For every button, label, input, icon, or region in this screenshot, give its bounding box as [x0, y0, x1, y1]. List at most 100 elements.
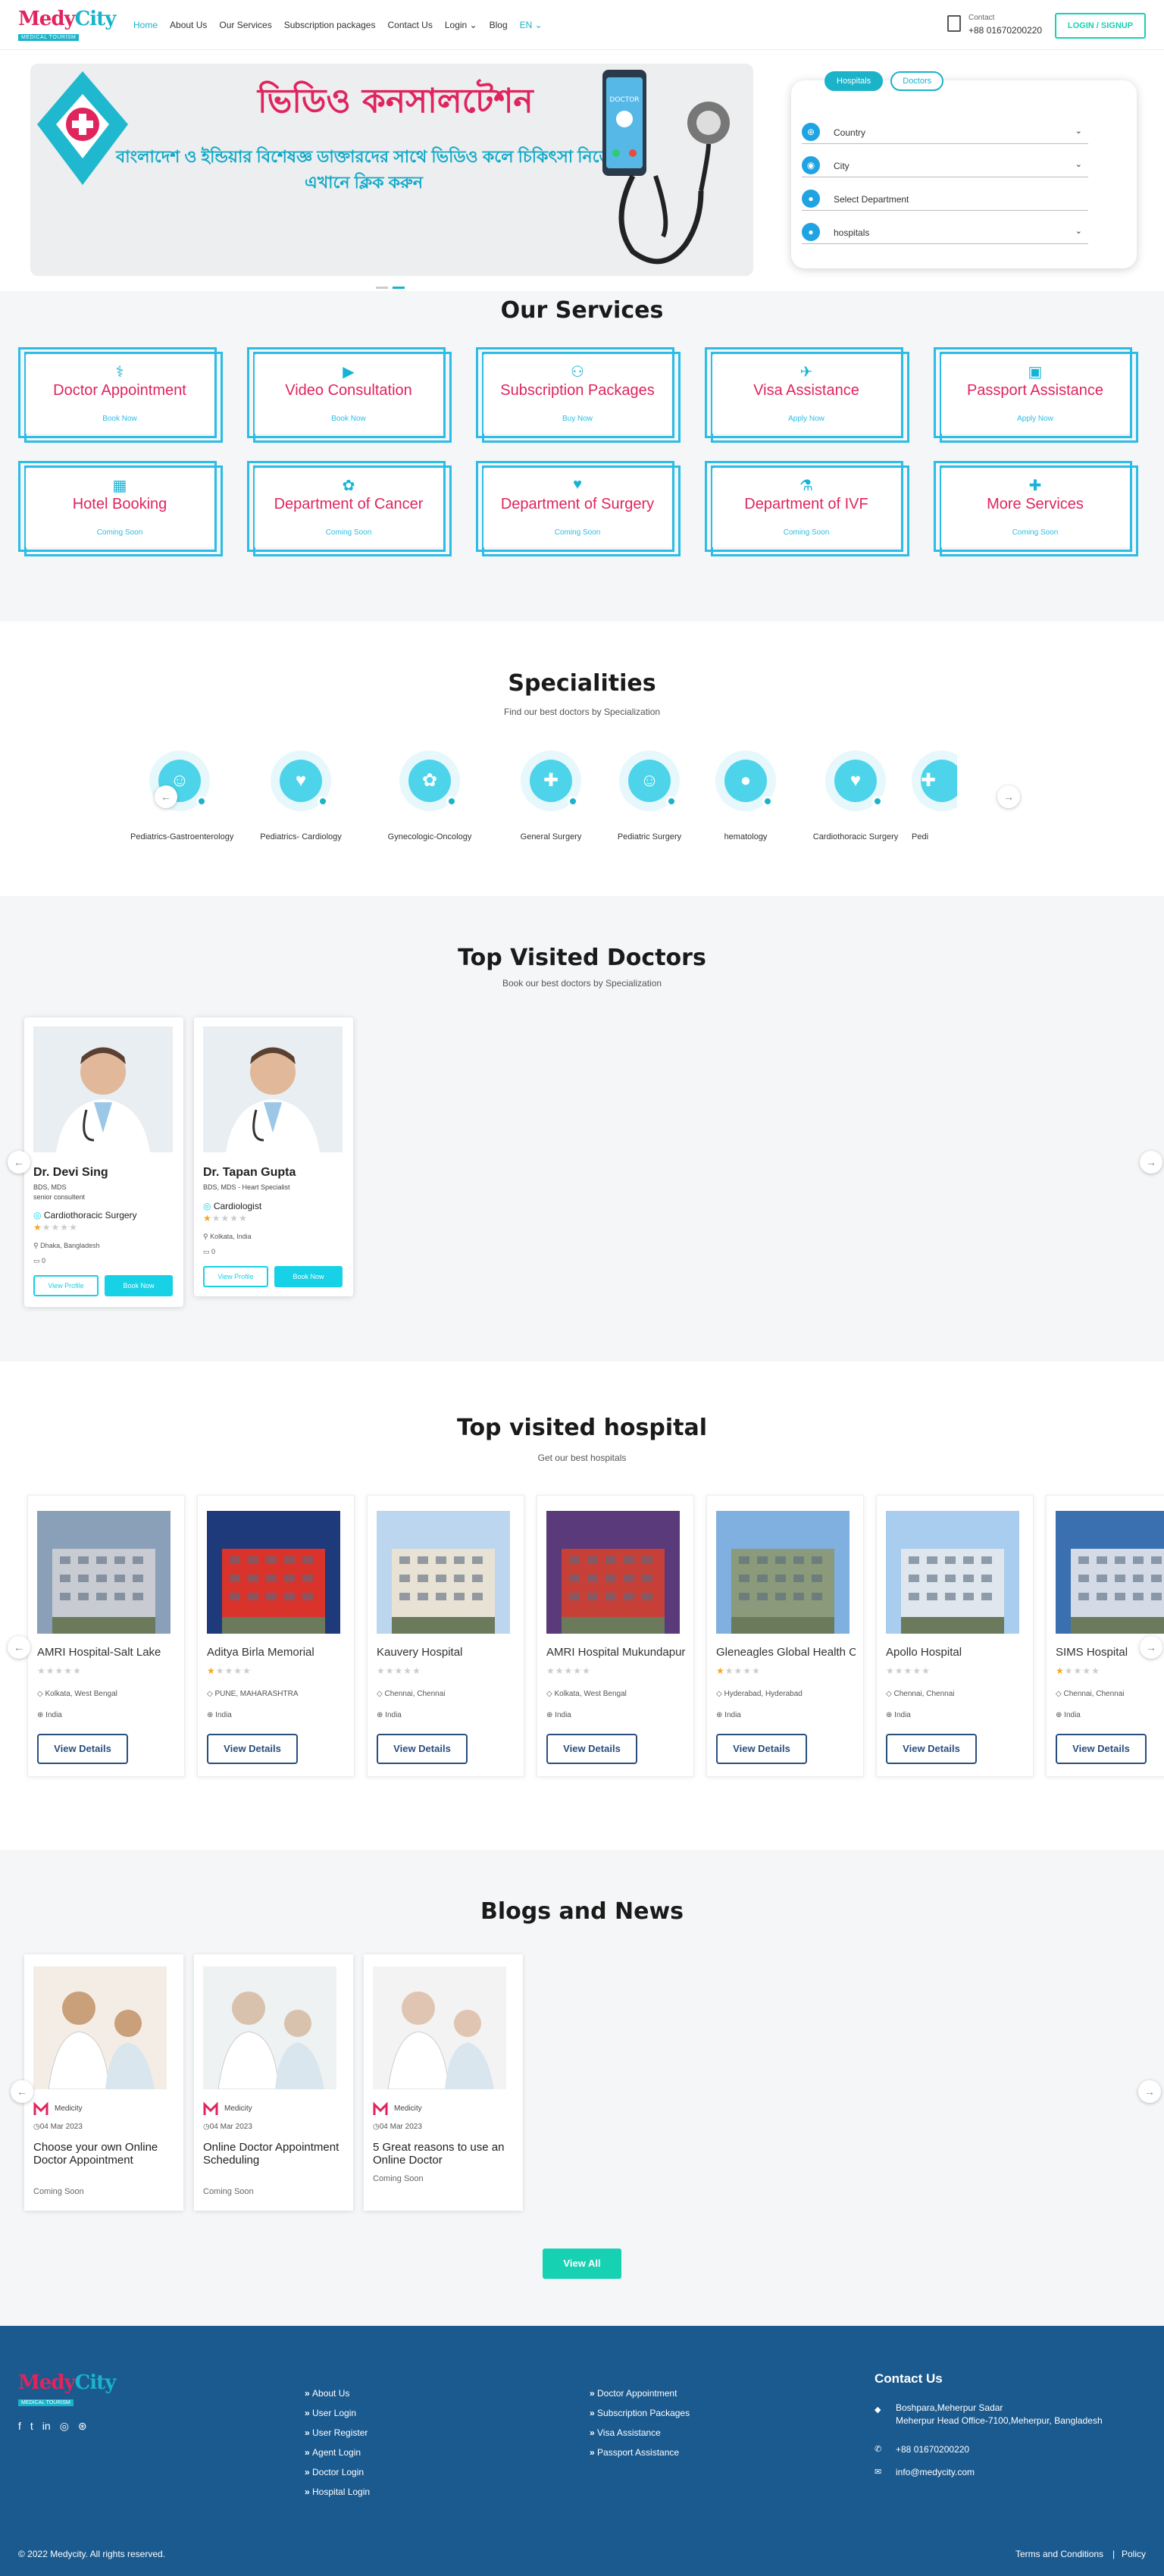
- city-select[interactable]: ◉ City ⌄: [802, 155, 1088, 177]
- service-card-3[interactable]: ✈ Visa Assistance Apply Now: [705, 347, 911, 444]
- blog-title[interactable]: Choose your own Online Doctor Appointmen…: [33, 2141, 170, 2167]
- view-details-button[interactable]: View Details: [377, 1734, 468, 1764]
- hospital-photo[interactable]: [207, 1511, 340, 1634]
- nav-contact[interactable]: Contact Us: [387, 20, 432, 30]
- footer-phone[interactable]: +88 01670200220: [896, 2444, 969, 2455]
- dribbble-icon[interactable]: ⊛: [78, 2420, 87, 2433]
- footer-link[interactable]: Hospital Login: [305, 2487, 370, 2497]
- book-now-button[interactable]: Book Now: [274, 1266, 343, 1287]
- view-profile-button[interactable]: View Profile: [33, 1275, 99, 1296]
- doctors-next-arrow[interactable]: →: [1140, 1151, 1162, 1174]
- view-details-button[interactable]: View Details: [37, 1734, 128, 1764]
- hospital-photo[interactable]: [546, 1511, 680, 1634]
- nav-services[interactable]: Our Services: [219, 20, 271, 30]
- linkedin-icon[interactable]: in: [42, 2420, 51, 2433]
- blog-image[interactable]: [33, 1966, 167, 2090]
- blogs-prev-arrow[interactable]: ←: [11, 2080, 33, 2103]
- view-profile-button[interactable]: View Profile: [203, 1266, 268, 1287]
- footer-logo[interactable]: MedyCity MEDICAL TOURISM: [18, 2371, 116, 2408]
- blog-title[interactable]: Online Doctor Appointment Scheduling: [203, 2141, 340, 2167]
- blogs-next-arrow[interactable]: →: [1138, 2080, 1161, 2103]
- service-card-4[interactable]: ▣ Passport Assistance Apply Now: [934, 347, 1140, 444]
- hospitals-next-arrow[interactable]: →: [1140, 1636, 1162, 1659]
- login-signup-button[interactable]: LOGIN / SIGNUP: [1055, 13, 1146, 39]
- service-action-link[interactable]: Apply Now: [712, 415, 900, 423]
- hospital-name[interactable]: Aditya Birla Memorial: [207, 1646, 346, 1659]
- footer-link[interactable]: User Login: [305, 2408, 356, 2418]
- speciality-item[interactable]: ✚ Pedi: [912, 751, 957, 841]
- nav-blog[interactable]: Blog: [490, 20, 508, 30]
- service-action-link[interactable]: Buy Now: [483, 415, 671, 423]
- country-select[interactable]: ⊕ Country ⌄: [802, 121, 1088, 144]
- speciality-item[interactable]: ☺ Pediatric Surgery: [600, 751, 699, 841]
- carousel-dot[interactable]: [376, 287, 388, 289]
- carousel-dot-active[interactable]: [393, 287, 405, 289]
- hospital-photo[interactable]: [37, 1511, 171, 1634]
- service-card-1[interactable]: ▶ Video Consultation Book Now: [247, 347, 453, 444]
- hospital-name[interactable]: Kauvery Hospital: [377, 1646, 516, 1659]
- terms-link[interactable]: Terms and Conditions: [1015, 2549, 1103, 2559]
- doctor-photo[interactable]: [203, 1026, 343, 1152]
- policy-link[interactable]: Policy: [1122, 2549, 1146, 2559]
- service-card-7[interactable]: ♥ Department of Surgery Coming Soon: [476, 461, 682, 558]
- specialities-prev-arrow[interactable]: ←: [155, 785, 177, 808]
- instagram-icon[interactable]: ◎: [60, 2420, 69, 2433]
- service-card-8[interactable]: ⚗ Department of IVF Coming Soon: [705, 461, 911, 558]
- blog-image[interactable]: [203, 1966, 336, 2090]
- facebook-icon[interactable]: f: [18, 2420, 21, 2433]
- hospital-photo[interactable]: [716, 1511, 850, 1634]
- view-details-button[interactable]: View Details: [886, 1734, 977, 1764]
- nav-about[interactable]: About Us: [170, 20, 207, 30]
- doctors-prev-arrow[interactable]: ←: [8, 1151, 30, 1174]
- hospital-photo[interactable]: [886, 1511, 1019, 1634]
- hero-banner[interactable]: ভিডিও কনসালটেশন বাংলাদেশ ও ইন্ডিয়ার বিশ…: [30, 64, 753, 276]
- service-action-link[interactable]: Book Now: [26, 415, 214, 423]
- blog-image[interactable]: [373, 1966, 506, 2090]
- footer-link[interactable]: About Us: [305, 2388, 349, 2399]
- speciality-item[interactable]: ♥ Pediatrics- Cardiology: [252, 751, 350, 841]
- footer-link[interactable]: User Register: [305, 2427, 368, 2438]
- hospital-name[interactable]: Gleneagles Global Health City: [716, 1646, 856, 1659]
- blog-title[interactable]: 5 Great reasons to use an Online Doctor: [373, 2141, 509, 2167]
- speciality-item[interactable]: ♥ Cardiothoracic Surgery: [806, 751, 905, 841]
- footer-link[interactable]: Passport Assistance: [590, 2447, 679, 2458]
- service-action-link[interactable]: Coming Soon: [483, 528, 671, 537]
- doctor-photo[interactable]: [33, 1026, 173, 1152]
- site-logo[interactable]: MedyCity MEDICAL TOURISM: [18, 9, 117, 41]
- specialities-next-arrow[interactable]: →: [997, 785, 1020, 808]
- hospital-photo[interactable]: [377, 1511, 510, 1634]
- doctor-name[interactable]: Dr. Tapan Gupta: [203, 1166, 296, 1180]
- service-action-link[interactable]: Coming Soon: [255, 528, 443, 537]
- view-details-button[interactable]: View Details: [546, 1734, 637, 1764]
- service-action-link[interactable]: Coming Soon: [712, 528, 900, 537]
- service-card-9[interactable]: ✚ More Services Coming Soon: [934, 461, 1140, 558]
- service-action-link[interactable]: Coming Soon: [941, 528, 1129, 537]
- service-card-5[interactable]: ▦ Hotel Booking Coming Soon: [18, 461, 224, 558]
- tab-hospitals[interactable]: Hospitals: [824, 71, 884, 91]
- nav-login-dropdown[interactable]: Login ⌄: [445, 20, 477, 30]
- view-details-button[interactable]: View Details: [1056, 1734, 1147, 1764]
- hospital-photo[interactable]: [1056, 1511, 1164, 1634]
- footer-link[interactable]: Doctor Appointment: [590, 2388, 677, 2399]
- hospital-name[interactable]: AMRI Hospital-Salt Lake: [37, 1646, 177, 1659]
- service-card-2[interactable]: ⚇ Subscription Packages Buy Now: [476, 347, 682, 444]
- hospitals-prev-arrow[interactable]: ←: [8, 1636, 30, 1659]
- hospital-name[interactable]: AMRI Hospital Mukundapur: [546, 1646, 686, 1659]
- service-action-link[interactable]: Apply Now: [941, 415, 1129, 423]
- footer-link[interactable]: Subscription Packages: [590, 2408, 690, 2418]
- speciality-item[interactable]: ✚ General Surgery: [502, 751, 600, 841]
- hospitals-select[interactable]: ● hospitals ⌄: [802, 221, 1088, 244]
- tab-doctors[interactable]: Doctors: [890, 71, 944, 91]
- service-card-6[interactable]: ✿ Department of Cancer Coming Soon: [247, 461, 453, 558]
- twitter-icon[interactable]: t: [30, 2420, 33, 2433]
- hospital-name[interactable]: Apollo Hospital: [886, 1646, 1025, 1659]
- footer-link[interactable]: Visa Assistance: [590, 2427, 661, 2438]
- contact-phone[interactable]: +88 01670200220: [968, 25, 1042, 36]
- book-now-button[interactable]: Book Now: [105, 1275, 173, 1296]
- view-details-button[interactable]: View Details: [207, 1734, 298, 1764]
- language-select[interactable]: EN ⌄: [520, 20, 543, 30]
- department-input[interactable]: ● Select Department: [802, 188, 1088, 211]
- service-action-link[interactable]: Book Now: [255, 415, 443, 423]
- speciality-item[interactable]: ☺ Pediatrics-Gastroenterology: [130, 751, 233, 841]
- footer-email[interactable]: info@medycity.com: [896, 2467, 975, 2477]
